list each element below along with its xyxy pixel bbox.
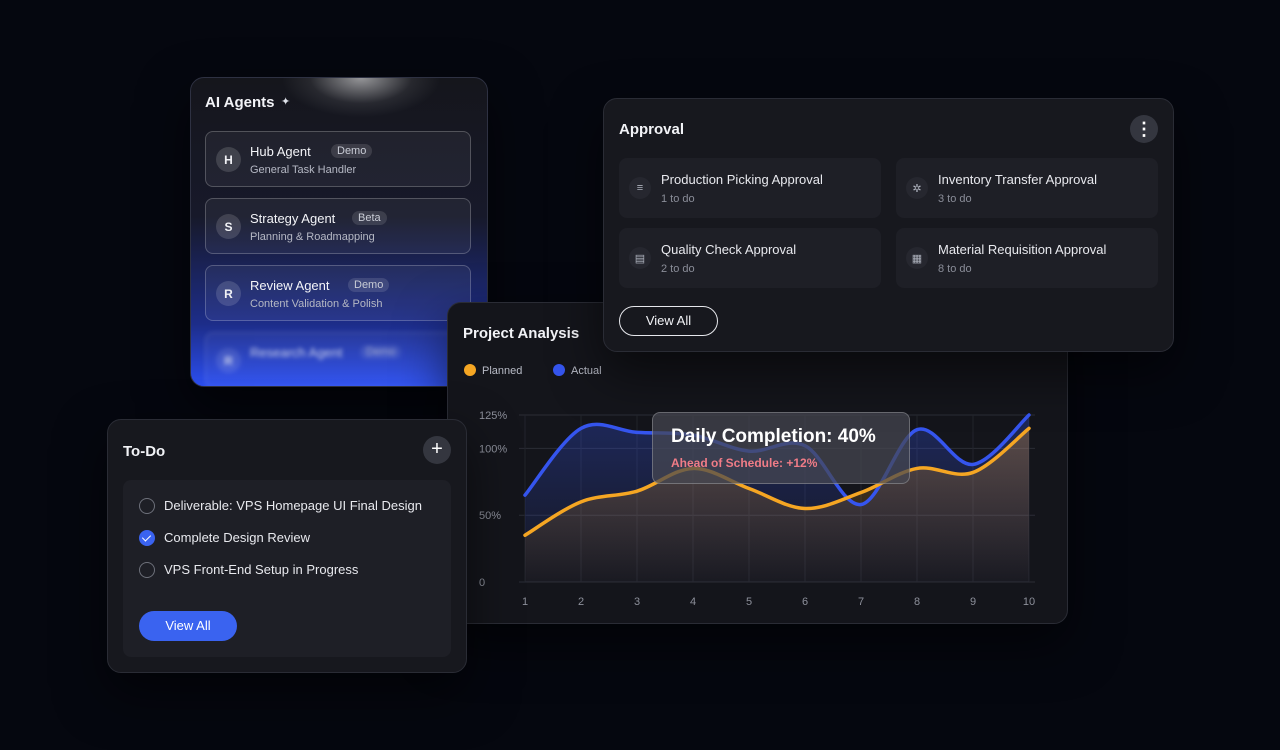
tooltip-subtitle: Ahead of Schedule: +12%: [671, 456, 818, 470]
grid-icon: ▦: [906, 247, 928, 269]
approval-item-production-picking[interactable]: ≡ Production Picking Approval 1 to do: [619, 158, 881, 218]
checkbox-icon[interactable]: [139, 562, 155, 578]
approval-item-material-requisition[interactable]: ▦ Material Requisition Approval 8 to do: [896, 228, 1158, 288]
document-check-icon: ▤: [629, 247, 651, 269]
agent-description: Planning & Roadmapping: [250, 231, 375, 243]
chart-tooltip: Daily Completion: 40% Ahead of Schedule:…: [652, 412, 910, 484]
agent-name: Strategy Agent: [250, 211, 336, 226]
todo-item[interactable]: Deliverable: VPS Homepage UI Final Desig…: [139, 498, 422, 514]
x-tick-label: 2: [578, 596, 584, 608]
approval-item-count: 2 to do: [661, 263, 695, 275]
todo-item-label: Deliverable: VPS Homepage UI Final Desig…: [164, 498, 422, 513]
y-tick-label: 50%: [479, 510, 501, 522]
todo-item[interactable]: Complete Design Review: [139, 530, 310, 546]
checkbox-icon[interactable]: [139, 498, 155, 514]
approval-item-quality-check[interactable]: ▤ Quality Check Approval 2 to do: [619, 228, 881, 288]
approval-item-title: Material Requisition Approval: [938, 242, 1107, 257]
x-tick-label: 4: [690, 596, 696, 608]
approval-item-count: 1 to do: [661, 193, 695, 205]
agent-card-research[interactable]: R Research Agent Demo: [205, 332, 471, 386]
approval-panel: Approval ⋮ ≡ Production Picking Approval…: [603, 98, 1174, 352]
x-tick-label: 5: [746, 596, 752, 608]
y-tick-label: 0: [479, 577, 485, 589]
todo-title: To-Do: [123, 443, 166, 460]
todo-list: Deliverable: VPS Homepage UI Final Desig…: [123, 480, 451, 657]
agent-avatar: S: [216, 214, 241, 239]
y-tick-label: 100%: [479, 443, 507, 455]
agent-badge: Demo: [331, 144, 373, 158]
light-glow: [281, 78, 441, 118]
approval-title: Approval: [619, 121, 685, 138]
y-tick-label: 125%: [479, 410, 507, 422]
approval-item-count: 3 to do: [938, 193, 972, 205]
agent-name: Research Agent: [250, 345, 343, 360]
agent-card-review[interactable]: R Review Agent Demo Content Validation &…: [205, 265, 471, 321]
todo-panel: To-Do + Deliverable: VPS Homepage UI Fin…: [107, 419, 467, 673]
agent-badge: Beta: [352, 211, 387, 225]
approval-item-title: Inventory Transfer Approval: [938, 172, 1097, 187]
more-options-icon[interactable]: ⋮: [1130, 115, 1158, 143]
x-tick-label: 6: [802, 596, 808, 608]
approval-item-count: 8 to do: [938, 263, 972, 275]
agent-avatar: R: [216, 348, 241, 373]
x-tick-label: 10: [1023, 596, 1035, 608]
agent-badge: Demo: [348, 278, 390, 292]
x-tick-label: 8: [914, 596, 920, 608]
checkbox-checked-icon[interactable]: [139, 530, 155, 546]
list-icon: ≡: [629, 177, 651, 199]
approval-item-title: Production Picking Approval: [661, 172, 823, 187]
agent-card-hub[interactable]: H Hub Agent Demo General Task Handler: [205, 131, 471, 187]
x-tick-label: 1: [522, 596, 528, 608]
sparkle-icon: ✦: [281, 96, 291, 108]
todo-item[interactable]: VPS Front-End Setup in Progress: [139, 562, 358, 578]
todo-view-all-button[interactable]: View All: [139, 611, 237, 641]
transfer-icon: ✲: [906, 177, 928, 199]
agent-avatar: H: [216, 147, 241, 172]
approval-item-title: Quality Check Approval: [661, 242, 797, 257]
todo-item-label: VPS Front-End Setup in Progress: [164, 562, 359, 577]
todo-item-label: Complete Design Review: [164, 530, 310, 545]
agent-description: Content Validation & Polish: [250, 298, 383, 310]
agent-description: General Task Handler: [250, 164, 357, 176]
add-todo-icon[interactable]: +: [423, 436, 451, 464]
approval-item-inventory-transfer[interactable]: ✲ Inventory Transfer Approval 3 to do: [896, 158, 1158, 218]
x-tick-label: 7: [858, 596, 864, 608]
agent-card-strategy[interactable]: S Strategy Agent Beta Planning & Roadmap…: [205, 198, 471, 254]
tooltip-title: Daily Completion: 40%: [671, 426, 876, 447]
x-tick-label: 9: [970, 596, 976, 608]
x-tick-label: 3: [634, 596, 640, 608]
agent-name: Hub Agent: [250, 144, 311, 159]
ai-agents-panel: AI Agents ✦ H Hub Agent Demo General Tas…: [190, 77, 488, 387]
agent-avatar: R: [216, 281, 241, 306]
agent-name: Review Agent: [250, 278, 330, 293]
agent-badge: Demo: [360, 345, 402, 359]
agents-title: AI Agents: [205, 94, 275, 111]
approval-view-all-button[interactable]: View All: [619, 306, 718, 336]
